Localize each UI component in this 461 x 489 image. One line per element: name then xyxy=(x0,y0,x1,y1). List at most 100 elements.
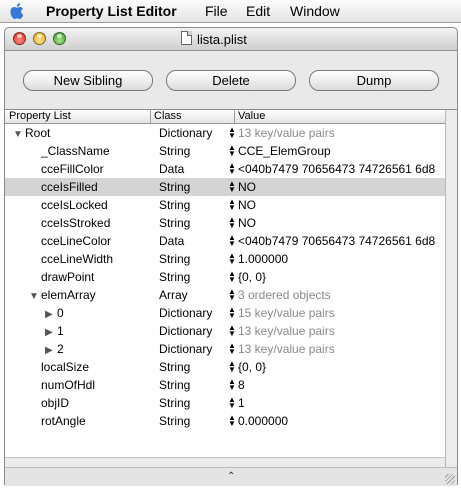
class-stepper-icon[interactable]: ▲ ▼ xyxy=(228,271,236,283)
class-popup[interactable]: Array xyxy=(159,286,231,304)
table-row[interactable]: cceFillColor Data ▲ ▼ <040b7479 70656473 747… xyxy=(5,160,445,178)
title-bar[interactable]: lista.plist xyxy=(5,28,457,51)
value-cell[interactable]: 8 xyxy=(238,376,445,394)
table-row[interactable]: cceLineWidth String ▲ ▼ 1.000000 xyxy=(5,250,445,268)
menu-window[interactable]: Window xyxy=(290,3,340,19)
class-stepper-icon[interactable]: ▲ ▼ xyxy=(228,289,236,301)
column-header-class[interactable]: Class xyxy=(154,110,182,123)
column-header-property-list[interactable]: Property List xyxy=(9,110,71,123)
table-row[interactable]: cceLineColor Data ▲ ▼ <040b7479 70656473 747… xyxy=(5,232,445,250)
table-row[interactable]: cceIsLocked String ▲ ▼ NO xyxy=(5,196,445,214)
key-cell[interactable]: rotAngle xyxy=(29,412,153,430)
class-popup[interactable]: Data xyxy=(159,232,231,250)
table-row[interactable]: localSize String ▲ ▼ {0, 0} xyxy=(5,358,445,376)
key-cell[interactable]: localSize xyxy=(29,358,153,376)
key-cell[interactable]: numOfHdl xyxy=(29,376,153,394)
key-cell[interactable]: drawPoint xyxy=(29,268,153,286)
value-cell[interactable]: CCE_ElemGroup xyxy=(238,142,445,160)
table-row[interactable]: numOfHdl String ▲ ▼ 8 xyxy=(5,376,445,394)
menu-app-name[interactable]: Property List Editor xyxy=(46,3,177,19)
class-stepper-icon[interactable]: ▲ ▼ xyxy=(228,361,236,373)
value-cell[interactable]: <040b7479 70656473 74726561 6d8 xyxy=(238,232,445,250)
class-stepper-icon[interactable]: ▲ ▼ xyxy=(228,397,236,409)
class-popup[interactable]: String xyxy=(159,394,231,412)
zoom-button[interactable] xyxy=(53,32,66,45)
minimize-button[interactable] xyxy=(33,32,46,45)
key-cell[interactable]: ▶ 0 xyxy=(45,304,153,324)
value-cell[interactable]: NO xyxy=(238,214,445,232)
class-popup[interactable]: String xyxy=(159,268,231,286)
table-row[interactable]: ▼ elemArray Array ▲ ▼ 3 ordered objects xyxy=(5,286,445,304)
class-stepper-icon[interactable]: ▲ ▼ xyxy=(228,235,236,247)
dump-button[interactable]: Dump xyxy=(309,70,439,91)
class-popup[interactable]: String xyxy=(159,250,231,268)
value-cell[interactable]: {0, 0} xyxy=(238,358,445,376)
class-stepper-icon[interactable]: ▲ ▼ xyxy=(228,163,236,175)
menu-file[interactable]: File xyxy=(205,3,228,19)
column-divider[interactable] xyxy=(150,110,151,123)
class-stepper-icon[interactable]: ▲ ▼ xyxy=(228,127,236,139)
key-cell[interactable]: cceIsFilled xyxy=(29,178,153,196)
table-row[interactable]: ▼ Root Dictionary ▲ ▼ 13 key/value pairs xyxy=(5,124,445,142)
class-stepper-icon[interactable]: ▲ ▼ xyxy=(228,253,236,265)
key-cell[interactable]: cceIsLocked xyxy=(29,196,153,214)
new-sibling-button[interactable]: New Sibling xyxy=(23,70,153,91)
class-popup[interactable]: String xyxy=(159,196,231,214)
class-stepper-icon[interactable]: ▲ ▼ xyxy=(228,217,236,229)
delete-button[interactable]: Delete xyxy=(166,70,296,91)
table-row[interactable]: _ClassName String ▲ ▼ CCE_ElemGroup xyxy=(5,142,445,160)
class-popup[interactable]: Dictionary xyxy=(159,322,231,340)
value-cell[interactable]: 0.000000 xyxy=(238,412,445,430)
key-cell[interactable]: objID xyxy=(29,394,153,412)
key-cell[interactable]: cceLineColor xyxy=(29,232,153,250)
class-popup[interactable]: String xyxy=(159,214,231,232)
table-row[interactable]: drawPoint String ▲ ▼ {0, 0} xyxy=(5,268,445,286)
table-row[interactable]: ▶ 0 Dictionary ▲ ▼ 15 key/value pairs xyxy=(5,304,445,322)
column-divider[interactable] xyxy=(234,110,235,123)
table-row[interactable]: rotAngle String ▲ ▼ 0.000000 xyxy=(5,412,445,430)
value-cell[interactable]: {0, 0} xyxy=(238,268,445,286)
key-cell[interactable]: cceIsStroked xyxy=(29,214,153,232)
key-cell[interactable]: ▼ Root xyxy=(13,124,153,144)
key-cell[interactable]: _ClassName xyxy=(29,142,153,160)
class-popup[interactable]: String xyxy=(159,142,231,160)
class-stepper-icon[interactable]: ▲ ▼ xyxy=(228,307,236,319)
key-cell[interactable]: cceLineWidth xyxy=(29,250,153,268)
resize-grip-icon[interactable] xyxy=(445,474,455,484)
class-stepper-icon[interactable]: ▲ ▼ xyxy=(228,379,236,391)
value-cell[interactable]: 1.000000 xyxy=(238,250,445,268)
column-header-value[interactable]: Value xyxy=(238,110,265,123)
key-cell[interactable]: ▶ 1 xyxy=(45,322,153,342)
apple-menu-icon[interactable] xyxy=(10,2,26,20)
key-cell[interactable]: ▼ elemArray xyxy=(29,286,153,306)
class-popup[interactable]: Dictionary xyxy=(159,124,231,142)
vertical-scrollbar[interactable] xyxy=(445,110,457,485)
table-row[interactable]: ▶ 2 Dictionary ▲ ▼ 13 key/value pairs xyxy=(5,340,445,358)
table-row[interactable]: cceIsFilled String ▲ ▼ NO xyxy=(5,178,445,196)
class-popup[interactable]: String xyxy=(159,412,231,430)
class-popup[interactable]: String xyxy=(159,358,231,376)
close-button[interactable] xyxy=(13,32,26,45)
class-popup[interactable]: Dictionary xyxy=(159,304,231,322)
menu-edit[interactable]: Edit xyxy=(246,3,270,19)
class-stepper-icon[interactable]: ▲ ▼ xyxy=(228,415,236,427)
table-row[interactable]: objID String ▲ ▼ 1 xyxy=(5,394,445,412)
value-cell[interactable]: NO xyxy=(238,196,445,214)
class-stepper-icon[interactable]: ▲ ▼ xyxy=(228,343,236,355)
class-popup[interactable]: String xyxy=(159,178,231,196)
class-stepper-icon[interactable]: ▲ ▼ xyxy=(228,181,236,193)
class-popup[interactable]: Dictionary xyxy=(159,340,231,358)
table-row[interactable]: ▶ 1 Dictionary ▲ ▼ 13 key/value pairs xyxy=(5,322,445,340)
split-handle-icon[interactable]: ⌃ xyxy=(227,471,235,482)
key-cell[interactable]: ▶ 2 xyxy=(45,340,153,360)
key-cell[interactable]: cceFillColor xyxy=(29,160,153,178)
class-popup[interactable]: String xyxy=(159,376,231,394)
class-stepper-icon[interactable]: ▲ ▼ xyxy=(228,145,236,157)
value-cell[interactable]: <040b7479 70656473 74726561 6d8 xyxy=(238,160,445,178)
table-row[interactable]: cceIsStroked String ▲ ▼ NO xyxy=(5,214,445,232)
class-stepper-icon[interactable]: ▲ ▼ xyxy=(228,199,236,211)
value-cell[interactable]: NO xyxy=(238,178,445,196)
value-cell[interactable]: 1 xyxy=(238,394,445,412)
class-stepper-icon[interactable]: ▲ ▼ xyxy=(228,325,236,337)
class-popup[interactable]: Data xyxy=(159,160,231,178)
